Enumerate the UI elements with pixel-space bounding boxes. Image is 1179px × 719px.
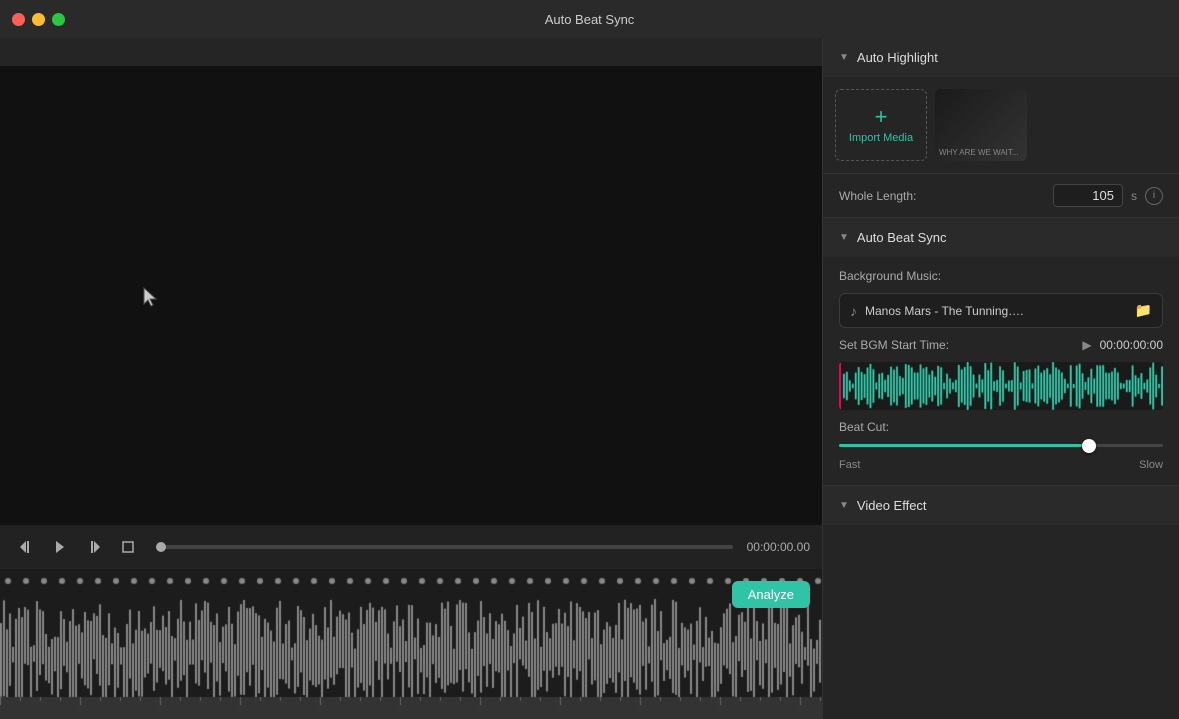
rewind-button[interactable] [12,533,40,561]
auto-highlight-title: Auto Highlight [857,50,938,65]
auto-beat-sync-content: Background Music: ♪ Manos Mars - The Tun… [823,257,1179,485]
bgm-track-name: Manos Mars - The Tunning…. [865,304,1127,318]
close-button[interactable] [12,13,25,26]
bgm-label: Background Music: [839,269,1163,283]
waveform-strip [839,362,1163,410]
import-label: Import Media [849,132,913,144]
main-layout: 00:00:00.00 Analyze ▼ Auto Highlight + I… [0,38,1179,719]
video-effect-title: Video Effect [857,498,927,513]
auto-highlight-content: + Import Media WHY ARE WE WAIT... [823,77,1179,173]
transport-bar: 00:00:00.00 [0,525,822,569]
unit-label: s [1131,189,1137,203]
video-effect-chevron: ▼ [839,500,849,511]
media-thumb-text: WHY ARE WE WAIT... [939,148,1019,157]
auto-beat-sync-title: Auto Beat Sync [857,230,947,245]
window-controls [12,13,65,26]
bgm-start-row: Set BGM Start Time: ▶ 00:00:00:00 [839,338,1163,352]
analyze-button[interactable]: Analyze [732,581,810,608]
auto-highlight-section-header[interactable]: ▼ Auto Highlight [823,38,1179,77]
whole-length-input[interactable] [1053,184,1123,207]
right-panel: ▼ Auto Highlight + Import Media WHY ARE … [822,38,1179,719]
cursor [142,286,160,313]
bgm-timecode: 00:00:00:00 [1100,338,1163,352]
forward-button[interactable] [80,533,108,561]
video-effect-section-header[interactable]: ▼ Video Effect [823,485,1179,525]
whole-length-row: Whole Length: s i [823,173,1179,217]
progress-bar[interactable] [156,545,733,549]
beat-speed-labels: Fast Slow [839,457,1163,473]
video-preview-bar [0,38,822,66]
play-button[interactable] [46,533,74,561]
auto-beat-sync-chevron: ▼ [839,232,849,243]
video-preview [0,66,822,525]
waveform-canvas [0,569,822,719]
beat-cut-label: Beat Cut: [839,420,1163,434]
bgm-play-icon[interactable]: ▶ [1082,338,1091,352]
stop-button[interactable] [114,533,142,561]
media-thumbnail: WHY ARE WE WAIT... [935,89,1027,161]
slider-fill [839,444,1082,447]
auto-highlight-chevron: ▼ [839,52,849,63]
whole-length-label: Whole Length: [839,189,1045,203]
beat-speed-fast: Fast [839,459,860,471]
timeline-area: Analyze [0,569,822,719]
beat-cut-slider[interactable] [839,444,1163,447]
timecode: 00:00:00.00 [747,540,810,554]
waveform-strip-canvas [839,362,1163,410]
minimize-button[interactable] [32,13,45,26]
bgm-start-label: Set BGM Start Time: [839,338,1074,352]
plus-icon: + [875,106,888,128]
bgm-track-row: ♪ Manos Mars - The Tunning…. 📁 [839,293,1163,328]
slider-thumb[interactable] [1082,439,1096,453]
app-title: Auto Beat Sync [545,12,635,27]
maximize-button[interactable] [52,13,65,26]
progress-thumb[interactable] [156,542,166,552]
waveform-red-line [839,362,841,410]
import-media-button[interactable]: + Import Media [835,89,927,161]
info-icon[interactable]: i [1145,187,1163,205]
left-panel: 00:00:00.00 Analyze [0,38,822,719]
titlebar: Auto Beat Sync [0,0,1179,38]
music-icon: ♪ [850,303,857,319]
folder-icon[interactable]: 📁 [1135,302,1152,319]
beat-speed-slow: Slow [1139,459,1163,471]
auto-beat-sync-section-header[interactable]: ▼ Auto Beat Sync [823,217,1179,257]
slider-track [839,444,1163,447]
media-grid: + Import Media WHY ARE WE WAIT... [835,89,1167,161]
